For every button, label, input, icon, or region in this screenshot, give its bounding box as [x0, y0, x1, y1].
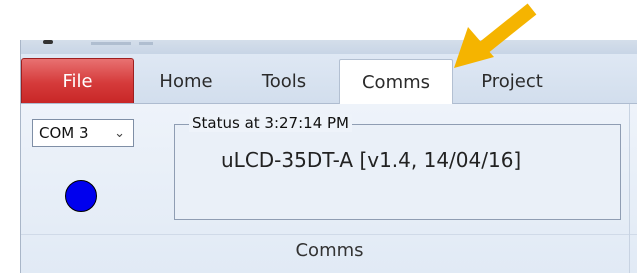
connection-status-indicator	[65, 180, 97, 212]
tab-home[interactable]: Home	[149, 60, 223, 102]
com-port-select[interactable]: COM 3 ⌄	[32, 119, 134, 147]
tab-comms[interactable]: Comms	[339, 59, 453, 105]
application-window: File Home Tools Comms Project COM 3 ⌄ St…	[20, 40, 637, 273]
device-status-text: uLCD-35DT-A [v1.4, 14/04/16]	[221, 148, 522, 172]
arrow-pointer-icon	[454, 3, 537, 68]
status-legend: Status at 3:27:14 PM	[189, 114, 352, 132]
group-divider	[21, 234, 637, 235]
chevron-down-icon: ⌄	[114, 125, 125, 141]
quick-access-icon[interactable]	[43, 40, 53, 44]
ribbon-tab-strip: File Home Tools Comms Project	[21, 54, 637, 105]
title-bar	[21, 40, 637, 54]
tab-tools[interactable]: Tools	[248, 60, 320, 102]
title-bar-fragment	[139, 42, 153, 45]
panel-edge	[629, 104, 630, 273]
tab-file[interactable]: File	[21, 58, 134, 103]
status-group-box	[174, 124, 621, 220]
ribbon-panel-comms: COM 3 ⌄ Status at 3:27:14 PM uLCD-35DT-A…	[21, 104, 637, 273]
group-label: Comms	[295, 240, 364, 261]
title-bar-fragment	[91, 42, 131, 45]
com-port-value: COM 3	[39, 124, 89, 142]
